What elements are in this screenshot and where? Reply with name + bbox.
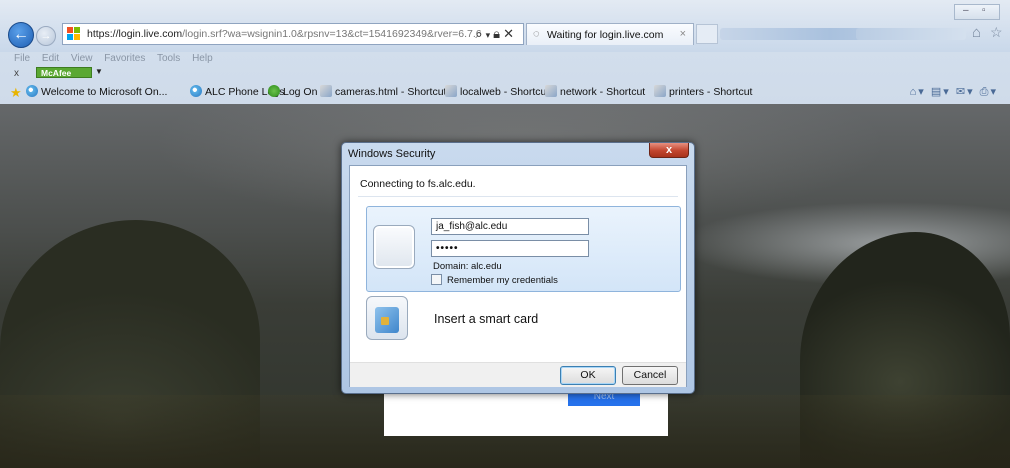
forward-arrow-icon: → [40, 30, 52, 42]
close-icon: x [665, 144, 673, 156]
menu-favorites[interactable]: Favorites [104, 53, 145, 64]
forward-button[interactable]: → [36, 26, 56, 46]
back-arrow-icon: ← [13, 26, 29, 43]
fav-label: localweb - Shortcut [460, 86, 550, 98]
minimize-icon[interactable]: – [963, 5, 969, 16]
tab-active[interactable]: ◌ Waiting for login.live.com × [526, 23, 694, 45]
dialog-subtitle: Connecting to fs.alc.edu. [360, 178, 476, 190]
menu-tools[interactable]: Tools [157, 53, 180, 64]
shortcut-icon [320, 85, 332, 97]
tab-close-icon[interactable]: × [680, 28, 686, 40]
chevron-down-icon[interactable]: ▼ [95, 67, 103, 76]
ie-page-icon [26, 85, 38, 97]
green-swirl-icon [268, 85, 280, 97]
fav-printers[interactable]: printers - Shortcut [654, 85, 752, 98]
credential-tile[interactable]: ja_fish@alc.edu ••••• Domain: alc.edu Re… [366, 206, 681, 292]
fav-cameras[interactable]: cameras.html - Shortcut [320, 85, 446, 98]
browser-chrome: – ▫ ← → https://login.live.com/login.srf… [0, 0, 1010, 104]
windows-security-dialog: Windows Security x Connecting to fs.alc.… [341, 142, 695, 394]
search-icon[interactable]: ⌕ [475, 26, 485, 41]
menu-view[interactable]: View [71, 53, 93, 64]
favorites-star-icon[interactable]: ☆ [990, 24, 1003, 41]
cancel-button[interactable]: Cancel [622, 366, 678, 385]
fav-label: Log On [283, 86, 318, 98]
fav-log-on[interactable]: Log On [268, 85, 317, 98]
home-icon[interactable]: ⌂ [910, 86, 919, 98]
loading-icon: ◌ [533, 28, 540, 40]
menu-file[interactable]: File [14, 53, 30, 64]
fav-label: printers - Shortcut [669, 86, 753, 98]
dialog-close-button[interactable]: x [649, 143, 689, 158]
back-button[interactable]: ← [8, 22, 34, 48]
remember-credentials[interactable]: Remember my credentials [431, 274, 558, 286]
ok-button[interactable]: OK [560, 366, 616, 385]
password-field[interactable]: ••••• [431, 240, 589, 257]
dialog-title: Windows Security [348, 148, 436, 160]
smart-card-label[interactable]: Insert a smart card [434, 312, 538, 326]
remember-checkbox[interactable] [431, 274, 442, 285]
favorites-bar: ★ Welcome to Microsoft On... ALC Phone L… [0, 82, 1010, 102]
addon-bar: x McAfee ▼ [0, 66, 300, 80]
domain-label: Domain: alc.edu [433, 261, 502, 272]
home-icon[interactable]: ⌂ [972, 24, 981, 41]
window-controls[interactable]: – ▫ [954, 4, 1000, 20]
fav-network[interactable]: network - Shortcut [545, 85, 645, 98]
url-path: /login.srf?wa=wsignin1.0&rpsnv=13&ct=154… [182, 28, 482, 40]
username-field[interactable]: ja_fish@alc.edu [431, 218, 589, 235]
menu-edit[interactable]: Edit [42, 53, 59, 64]
divider [358, 196, 678, 197]
url-text[interactable]: https://login.live.com/login.srf?wa=wsig… [87, 28, 482, 40]
dialog-body: Connecting to fs.alc.edu. ja_fish@alc.ed… [349, 165, 687, 387]
new-tab-button[interactable] [696, 24, 718, 44]
address-bar[interactable]: https://login.live.com/login.srf?wa=wsig… [62, 23, 524, 45]
lock-icon[interactable]: 🔒︎ [493, 26, 503, 41]
fav-label: network - Shortcut [560, 86, 646, 98]
menu-help[interactable]: Help [192, 53, 213, 64]
maximize-icon[interactable]: ▫ [982, 5, 986, 16]
mcafee-label: McAfee [41, 68, 72, 78]
addon-close-icon[interactable]: x [14, 68, 19, 79]
shortcut-icon [654, 85, 666, 97]
mcafee-button[interactable]: McAfee [36, 67, 92, 78]
chip-icon [381, 317, 389, 325]
menu-bar: File Edit View Favorites Tools Help [14, 53, 222, 64]
card-shape [375, 307, 399, 333]
shortcut-icon [445, 85, 457, 97]
fav-welcome[interactable]: Welcome to Microsoft On... [26, 85, 167, 98]
address-actions[interactable]: ⌕▾🔒︎✕ [475, 26, 517, 42]
microsoft-logo-icon [67, 27, 81, 41]
favorites-star-add-icon[interactable]: ★ [10, 85, 25, 101]
ie-page-icon [190, 85, 202, 97]
smart-card-icon[interactable] [366, 296, 408, 340]
url-host: https://login.live.com [87, 28, 183, 40]
dialog-button-bar: OK Cancel [350, 362, 686, 387]
blurred-search [856, 28, 966, 40]
stop-icon[interactable]: ✕ [503, 26, 517, 41]
user-tile-icon [373, 225, 415, 269]
fav-label: cameras.html - Shortcut [335, 86, 447, 98]
fav-localweb[interactable]: localweb - Shortcut [445, 85, 549, 98]
rss-icon[interactable]: ▤ [931, 86, 943, 98]
remember-label: Remember my credentials [447, 275, 558, 286]
tab-label: Waiting for login.live.com [547, 29, 664, 41]
shortcut-icon [545, 85, 557, 97]
command-bar[interactable]: ⌂▾ ▤▾ ✉▾ ⎙▾ [910, 85, 998, 99]
mail-icon[interactable]: ✉ [956, 86, 967, 98]
print-icon[interactable]: ⎙ [980, 86, 991, 98]
fav-label: Welcome to Microsoft On... [41, 86, 168, 98]
